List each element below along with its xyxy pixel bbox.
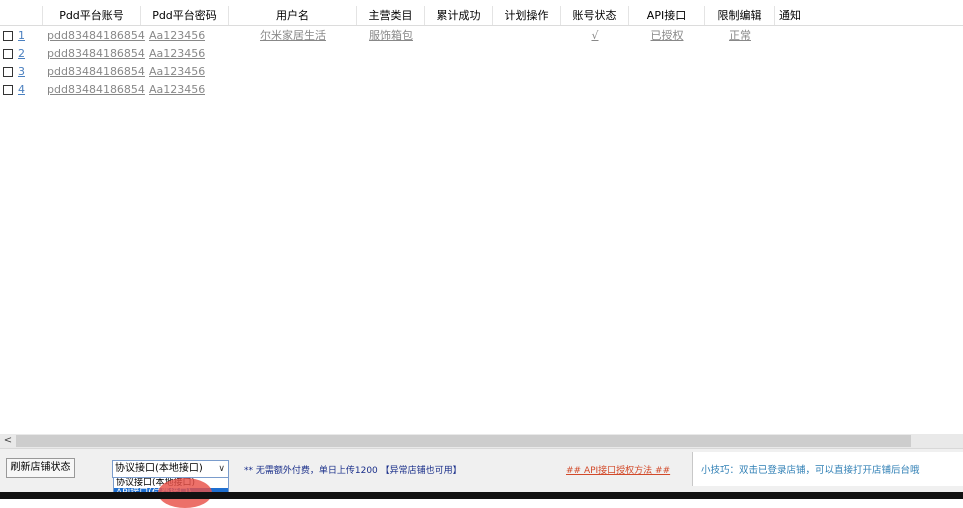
- username-link[interactable]: 尔米家居生活: [229, 27, 357, 45]
- category-link[interactable]: 服饰箱包: [357, 27, 425, 45]
- column-header-status[interactable]: 账号状态: [561, 6, 629, 25]
- refresh-store-status-button[interactable]: 刷新店铺状态: [6, 458, 75, 478]
- password-link[interactable]: Aa123456: [149, 45, 205, 63]
- password-link[interactable]: Aa123456: [149, 27, 205, 45]
- table-row[interactable]: 2 pdd83484186854 Aa123456: [0, 45, 963, 63]
- account-link[interactable]: pdd83484186854: [47, 45, 145, 63]
- row-number[interactable]: 2: [18, 45, 25, 63]
- account-link[interactable]: pdd83484186854: [47, 63, 145, 81]
- tip-panel: 小技巧：双击已登录店铺，可以直接打开店铺后台哦: [692, 452, 963, 486]
- grid-header: Pdd平台账号 Pdd平台密码 用户名 主营类目 累计成功 计划操作 账号状态 …: [0, 6, 963, 26]
- column-header-category[interactable]: 主营类目: [357, 6, 425, 25]
- header-divider: [0, 25, 963, 26]
- checkbox-column-header: [0, 6, 43, 25]
- restrict-link[interactable]: 正常: [705, 27, 775, 45]
- api-link[interactable]: 已授权: [629, 27, 705, 45]
- row-number[interactable]: 4: [18, 81, 25, 99]
- row-checkbox[interactable]: [3, 67, 13, 77]
- column-header-username[interactable]: 用户名: [229, 6, 357, 25]
- table-row[interactable]: 3 pdd83484186854 Aa123456: [0, 63, 963, 81]
- account-link[interactable]: pdd83484186854: [47, 27, 145, 45]
- column-header-password[interactable]: Pdd平台密码: [141, 6, 229, 25]
- column-header-notice[interactable]: 通知: [775, 6, 805, 25]
- scrollbar-thumb[interactable]: [16, 435, 911, 447]
- row-checkbox[interactable]: [3, 31, 13, 41]
- chevron-down-icon[interactable]: ∨: [218, 461, 225, 477]
- table-row[interactable]: 1 pdd83484186854 Aa123456 尔米家居生活 服饰箱包 √ …: [0, 27, 963, 45]
- status-link[interactable]: √: [561, 27, 629, 45]
- row-number[interactable]: 3: [18, 63, 25, 81]
- info-note: ** 无需额外付费，单日上传1200 【异常店铺也可用】: [244, 466, 462, 476]
- column-header-restrict[interactable]: 限制编辑: [705, 6, 775, 25]
- interface-select[interactable]: 协议接口(本地接口) ∨: [112, 460, 229, 478]
- account-link[interactable]: pdd83484186854: [47, 81, 145, 99]
- api-auth-method-link[interactable]: ## API接口授权方法 ##: [566, 463, 670, 476]
- interface-select-value: 协议接口(本地接口): [115, 463, 203, 474]
- scroll-left-icon[interactable]: <: [0, 434, 16, 448]
- horizontal-scrollbar[interactable]: <: [0, 434, 963, 448]
- taskbar-strip: [0, 492, 963, 499]
- tip-text: 小技巧：双击已登录店铺，可以直接打开店铺后台哦: [701, 465, 920, 476]
- table-row[interactable]: 4 pdd83484186854 Aa123456: [0, 81, 963, 99]
- column-header-api[interactable]: API接口: [629, 6, 705, 25]
- row-checkbox[interactable]: [3, 85, 13, 95]
- column-header-plan[interactable]: 计划操作: [493, 6, 561, 25]
- column-header-success[interactable]: 累计成功: [425, 6, 493, 25]
- password-link[interactable]: Aa123456: [149, 81, 205, 99]
- column-header-account[interactable]: Pdd平台账号: [43, 6, 141, 25]
- row-checkbox[interactable]: [3, 49, 13, 59]
- row-number[interactable]: 1: [18, 27, 25, 45]
- password-link[interactable]: Aa123456: [149, 63, 205, 81]
